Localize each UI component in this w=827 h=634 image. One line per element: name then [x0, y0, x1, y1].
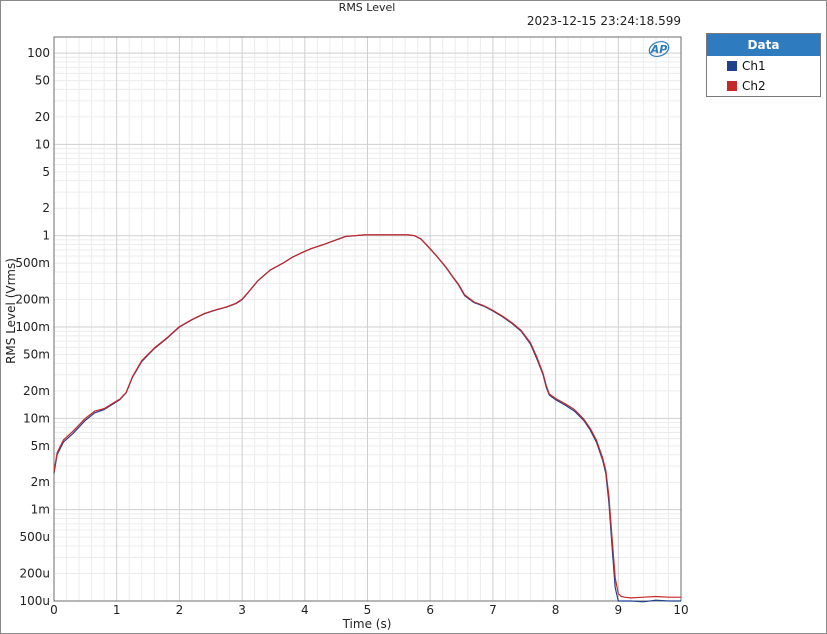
- legend-item-ch1[interactable]: Ch1: [707, 56, 820, 76]
- x-tick-label: 0: [50, 603, 58, 617]
- y-tick-label: 200m: [15, 293, 50, 307]
- legend-label-ch2: Ch2: [742, 79, 766, 93]
- legend-header: Data: [707, 34, 820, 56]
- y-tick-label: 5m: [31, 439, 50, 453]
- y-tick-label: 100m: [15, 320, 50, 334]
- legend: Data Ch1 Ch2: [706, 33, 821, 97]
- legend-swatch-ch1: [727, 61, 737, 71]
- timestamp: 2023-12-15 23:24:18.599: [527, 14, 681, 28]
- y-tick-label: 10m: [23, 411, 50, 425]
- x-tick-label: 4: [301, 603, 309, 617]
- legend-label-ch1: Ch1: [742, 59, 766, 73]
- y-tick-label: 1m: [31, 503, 50, 517]
- x-tick-labels: 0 1 2 3 4 5 6 7 8 9 10: [50, 603, 688, 617]
- ap-logo-text: AP: [650, 43, 668, 56]
- legend-item-ch2[interactable]: Ch2: [707, 76, 820, 96]
- y-axis-label: RMS Level (Vrms): [4, 258, 18, 364]
- chart: RMS Level 2023-12-15 23:24:18.599 0 1 2 3 4 5…: [4, 1, 689, 631]
- y-tick-label: 100u: [19, 594, 50, 608]
- x-tick-label: 2: [176, 603, 184, 617]
- x-tick-label: 10: [673, 603, 688, 617]
- y-tick-label: 50: [35, 74, 50, 88]
- x-tick-label: 8: [552, 603, 560, 617]
- chart-title: RMS Level: [339, 1, 396, 14]
- major-grid: [53, 37, 682, 602]
- y-tick-label: 10: [35, 137, 50, 151]
- x-tick-label: 1: [113, 603, 121, 617]
- y-tick-label: 500m: [15, 256, 50, 270]
- y-tick-labels: 100 50 20 10 5 2 1 500m 200m 100m 50m 20m 10m 5m 2m 1m 5…: [15, 46, 50, 608]
- x-axis-label: Time (s): [342, 617, 392, 631]
- y-tick-label: 5: [42, 165, 50, 179]
- y-tick-label: 100: [27, 46, 50, 60]
- x-tick-label: 7: [489, 603, 497, 617]
- y-tick-label: 50m: [23, 348, 50, 362]
- y-tick-label: 2: [42, 201, 50, 215]
- x-tick-label: 6: [426, 603, 434, 617]
- y-tick-label: 500u: [19, 530, 50, 544]
- y-tick-label: 1: [42, 229, 50, 243]
- y-tick-label: 20: [35, 110, 50, 124]
- ap-logo-icon: AP: [648, 40, 670, 58]
- y-tick-label: 200u: [19, 567, 50, 581]
- x-tick-label: 9: [614, 603, 622, 617]
- y-tick-label: 20m: [23, 384, 50, 398]
- y-tick-label: 2m: [31, 475, 50, 489]
- x-tick-label: 3: [238, 603, 246, 617]
- x-tick-label: 5: [364, 603, 372, 617]
- legend-swatch-ch2: [727, 81, 737, 91]
